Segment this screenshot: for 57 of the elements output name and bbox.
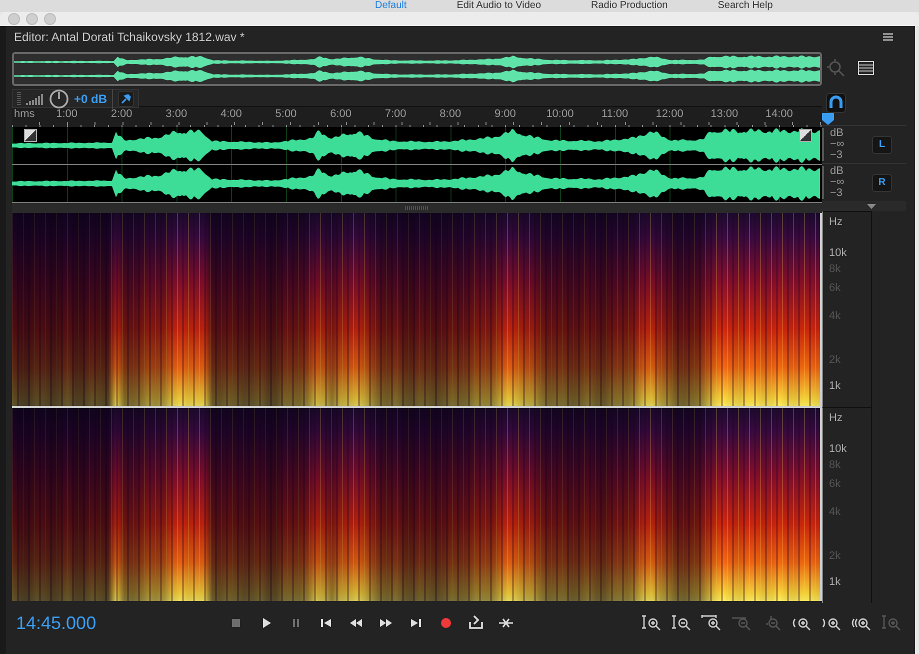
amplitude-label: −3 (830, 150, 844, 161)
signal-bars-icon (26, 92, 44, 104)
workspace-tab[interactable]: Edit Audio to Video (456, 0, 542, 12)
spectrogram[interactable] (12, 408, 820, 601)
time-label: 3:00 (164, 107, 188, 122)
time-label: 10:00 (545, 107, 575, 122)
amplitude-label: −∞ (830, 139, 844, 150)
time-label: 1:00 (55, 107, 78, 122)
workspace-tab[interactable]: Radio Production (591, 0, 668, 12)
channel-button[interactable]: R (872, 174, 892, 192)
fade-in-handle-icon[interactable] (24, 129, 37, 142)
time-label: 5:00 (274, 107, 298, 122)
overview-navigator[interactable] (12, 52, 822, 86)
magnet-icon[interactable] (826, 93, 846, 113)
amplitude-label: −3 (830, 188, 844, 199)
menu-icon[interactable] (883, 33, 893, 41)
amplitude-label: dB (830, 166, 844, 177)
amplitude-label: dB (830, 128, 844, 139)
spectrogram[interactable] (12, 213, 820, 406)
amplitude-label: −∞ (830, 177, 844, 188)
channel-button[interactable]: L (872, 136, 892, 154)
frequency-label: 1k (829, 576, 841, 588)
search-help-field[interactable]: Search Help (718, 0, 773, 12)
pin-icon[interactable] (118, 90, 134, 106)
frequency-label: 1k (829, 380, 841, 392)
zoom-out-icon[interactable] (671, 614, 691, 632)
time-label: 12:00 (654, 107, 684, 122)
time-unit-label: hms (13, 107, 36, 122)
grip-icon[interactable] (17, 90, 21, 106)
splitter-grip-icon[interactable] (405, 206, 429, 210)
panel-title: Editor: Antal Dorati Tchaikovsky 1812.wav * (14, 30, 245, 44)
time-label: 7:00 (384, 107, 408, 122)
volume-value[interactable]: +0 dB (74, 92, 108, 106)
playhead-icon[interactable] (822, 113, 834, 125)
waveform-channel[interactable] (12, 127, 822, 165)
time-label: 4:00 (219, 107, 243, 122)
fade-out-handle-icon[interactable] (799, 129, 812, 142)
zoom-in-icon[interactable] (641, 614, 661, 632)
time-label: 9:00 (493, 107, 517, 122)
time-label: 11:00 (600, 107, 630, 122)
frequency-label: Hz (829, 412, 842, 424)
time-label: 14:00 (764, 107, 794, 122)
time-label: 2:00 (110, 107, 134, 122)
current-time: 14:45.000 (16, 612, 98, 634)
time-label: 8:00 (438, 107, 462, 122)
frequency-label: Hz (829, 216, 842, 228)
frequency-label: 10k (829, 247, 847, 260)
volume-knob-icon[interactable] (49, 88, 69, 108)
waveform-channel[interactable] (12, 165, 822, 203)
record-icon[interactable] (438, 615, 454, 631)
zoom-in-icon[interactable] (701, 614, 721, 632)
time-label: 6:00 (329, 107, 352, 122)
dropdown-caret-icon[interactable] (867, 204, 876, 208)
time-label: 13:00 (710, 107, 740, 122)
list-icon[interactable] (858, 60, 874, 74)
time-ruler[interactable]: hms 1:00 2:00 3:00 4:00 5:00 6:00 7:00 8:00 9:00 10:00 11:00 12:00 13:00 14:00 (12, 106, 822, 127)
frequency-label: 10k (829, 443, 847, 456)
